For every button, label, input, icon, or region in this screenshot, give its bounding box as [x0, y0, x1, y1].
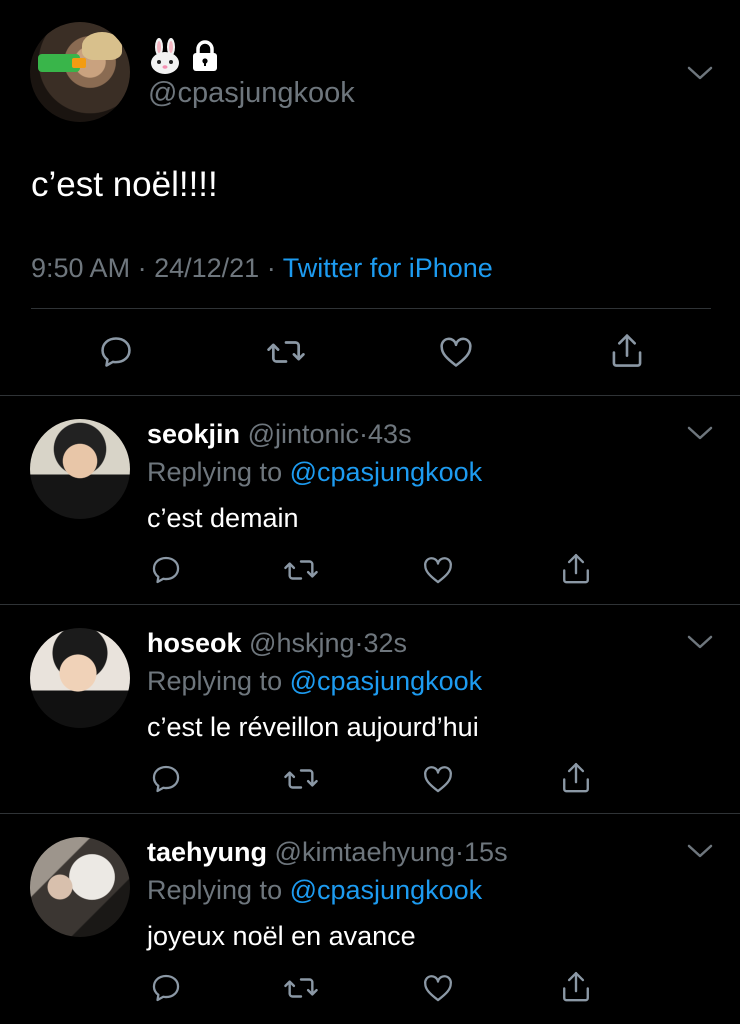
replying-to: Replying to @cpasjungkook — [147, 454, 482, 490]
tweet-meta: 9:50 AM · 24/12/21 · Twitter for iPhone — [31, 250, 493, 286]
handle[interactable]: @hskjng — [249, 628, 354, 658]
lock-icon — [193, 40, 217, 71]
replying-to: Replying to @cpasjungkook — [147, 663, 482, 699]
reply-icon — [152, 765, 180, 793]
chevron-down-icon[interactable] — [686, 424, 714, 442]
reply-avatar[interactable] — [30, 837, 130, 937]
reply-button[interactable] — [148, 970, 184, 1006]
reply-avatar[interactable] — [30, 419, 130, 519]
reply-icon — [101, 337, 131, 367]
retweet-icon — [284, 978, 318, 998]
tweet-date: 24/12/21 — [154, 253, 260, 283]
reply-tweet[interactable]: hoseok @hskjng·32s Replying to @cpasjung… — [0, 605, 740, 813]
retweet-button[interactable] — [264, 332, 308, 372]
share-icon — [563, 971, 589, 1002]
reply-tweet[interactable]: seokjin @jintonic·43s Replying to @cpasj… — [0, 396, 740, 604]
meta-separator: · — [354, 628, 364, 658]
heart-icon — [424, 975, 452, 1002]
replying-to-link[interactable]: @cpasjungkook — [290, 875, 483, 905]
retweet-button[interactable] — [281, 970, 321, 1006]
handle[interactable]: @jintonic — [248, 419, 359, 449]
replying-to: Replying to @cpasjungkook — [147, 872, 482, 908]
share-icon — [563, 553, 589, 584]
reply-tweet[interactable]: taehyung @kimtaehyung·15s Replying to @c… — [0, 814, 740, 1022]
replying-to-label: Replying to — [147, 457, 283, 487]
reply-icon — [152, 974, 180, 1002]
reply-header: taehyung @kimtaehyung·15s — [147, 834, 508, 870]
share-icon — [563, 762, 589, 793]
chevron-down-icon[interactable] — [686, 64, 714, 82]
like-button[interactable] — [420, 552, 456, 588]
share-button[interactable] — [607, 330, 647, 372]
retweet-icon — [267, 341, 305, 363]
retweet-icon — [284, 560, 318, 580]
share-button[interactable] — [558, 968, 594, 1006]
main-avatar[interactable] — [30, 22, 130, 122]
retweet-button[interactable] — [281, 552, 321, 588]
chevron-down-icon[interactable] — [686, 842, 714, 860]
reply-header: hoseok @hskjng·32s — [147, 625, 407, 661]
reply-icon — [152, 556, 180, 584]
replying-to-label: Replying to — [147, 666, 283, 696]
main-tweet: @cpasjungkook c’est noël!!!! 9:50 AM · 2… — [0, 0, 740, 395]
reply-text: joyeux noël en avance — [147, 921, 416, 951]
share-button[interactable] — [558, 550, 594, 588]
profile-badges — [148, 36, 220, 76]
divider — [31, 308, 711, 309]
reply-button[interactable] — [148, 761, 184, 797]
tweet-time: 9:50 AM — [31, 253, 131, 283]
retweet-button[interactable] — [281, 761, 321, 797]
display-name[interactable]: taehyung — [147, 837, 267, 867]
meta-separator: · — [137, 253, 147, 283]
meta-separator: · — [455, 837, 465, 867]
display-name[interactable]: seokjin — [147, 419, 240, 449]
meta-separator: · — [359, 419, 369, 449]
heart-icon — [424, 766, 452, 793]
replying-to-link[interactable]: @cpasjungkook — [290, 457, 483, 487]
like-button[interactable] — [420, 761, 456, 797]
tweet-source-link[interactable]: Twitter for iPhone — [283, 253, 493, 283]
retweet-icon — [284, 769, 318, 789]
replying-to-link[interactable]: @cpasjungkook — [290, 666, 483, 696]
timestamp: 43s — [368, 419, 412, 449]
heart-icon — [440, 337, 472, 367]
reply-button[interactable] — [96, 332, 136, 372]
share-icon — [612, 334, 642, 367]
share-button[interactable] — [558, 759, 594, 797]
reply-button[interactable] — [148, 552, 184, 588]
main-handle[interactable]: @cpasjungkook — [148, 75, 355, 111]
chevron-down-icon[interactable] — [686, 633, 714, 651]
reply-text: c’est le réveillon aujourd’hui — [147, 712, 479, 742]
tweet-text: c’est noël!!!! — [31, 165, 218, 204]
handle[interactable]: @kimtaehyung — [275, 837, 456, 867]
timestamp: 32s — [363, 628, 408, 658]
replying-to-label: Replying to — [147, 875, 283, 905]
timestamp: 15s — [464, 837, 508, 867]
meta-separator: · — [266, 253, 276, 283]
reply-header: seokjin @jintonic·43s — [147, 416, 412, 452]
reply-text: c’est demain — [147, 503, 299, 533]
reply-avatar[interactable] — [30, 628, 130, 728]
heart-icon — [424, 557, 452, 584]
like-button[interactable] — [436, 332, 476, 372]
rabbit-emoji-icon — [151, 38, 179, 74]
display-name[interactable]: hoseok — [147, 628, 242, 658]
like-button[interactable] — [420, 970, 456, 1006]
